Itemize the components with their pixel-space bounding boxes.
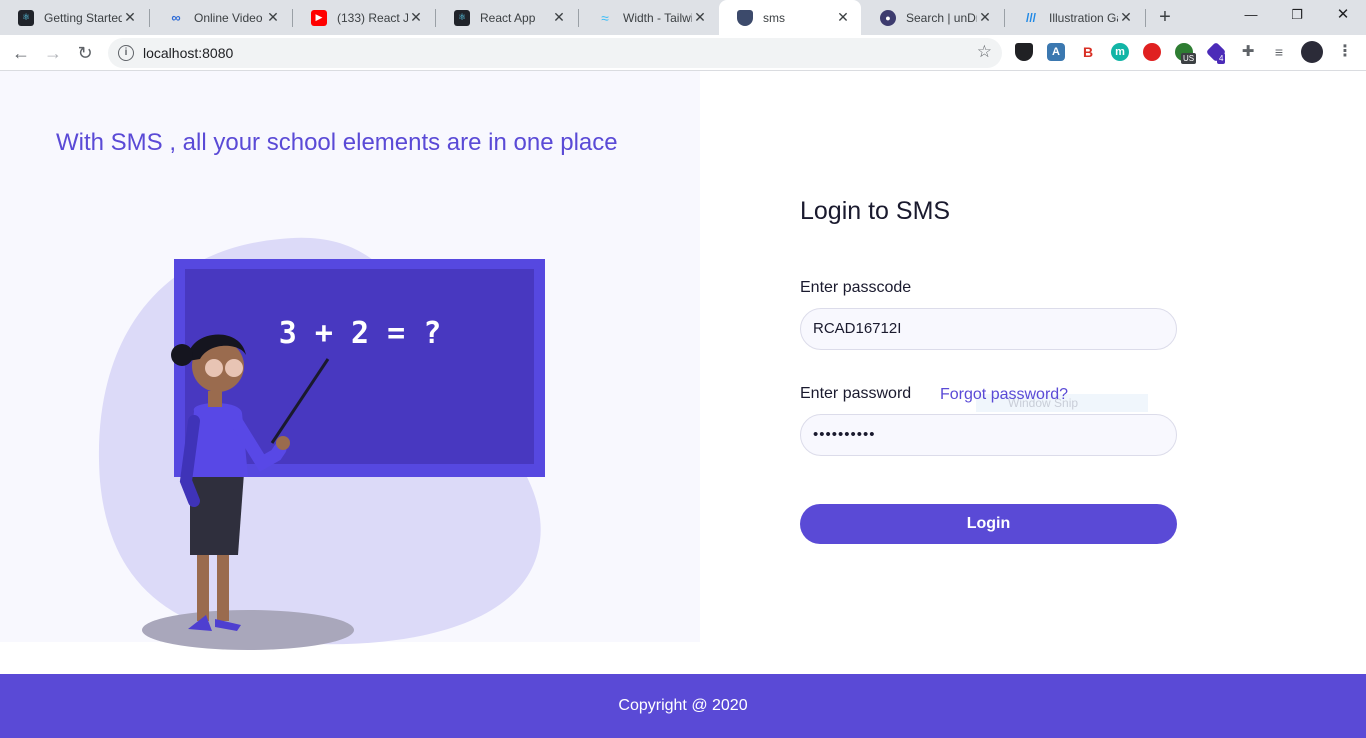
page-content: With SMS , all your school elements are …: [0, 71, 1366, 738]
playlist-extension-icon[interactable]: ≡: [1270, 43, 1288, 61]
copyright-text: Copyright @ 2020: [618, 697, 748, 714]
new-tab-button[interactable]: +: [1155, 6, 1175, 28]
browser-tab[interactable]: ⚛ Getting Started ✕: [0, 0, 148, 35]
password-label: Enter password: [800, 385, 912, 402]
restore-button[interactable]: ❐: [1274, 0, 1320, 30]
tailwind-icon: ≈: [601, 9, 609, 26]
browser-toolbar: ← → ↻ i localhost:8080 ☆ A B m US 4 ✚ ≡ …: [0, 35, 1366, 71]
address-bar[interactable]: i localhost:8080 ☆: [108, 38, 1002, 68]
menu-kebab-icon[interactable]: ⋮: [1336, 43, 1354, 61]
stack-badge: 4: [1217, 53, 1226, 64]
shield-extension-icon[interactable]: [1015, 43, 1033, 61]
minimize-button[interactable]: —: [1228, 0, 1274, 30]
close-icon[interactable]: ✕: [265, 9, 281, 26]
tab-title: Search | unDraw: [906, 10, 977, 25]
react-icon: ⚛: [18, 9, 34, 26]
login-button[interactable]: Login: [800, 504, 1177, 544]
hero-tagline: With SMS , all your school elements are …: [56, 129, 618, 156]
browser-tab-active[interactable]: sms ✕: [719, 0, 861, 35]
browser-tab[interactable]: ▶ (133) React JS ✕: [293, 0, 434, 35]
site-info-icon[interactable]: i: [118, 45, 134, 61]
video-icon: ∞: [171, 10, 181, 25]
close-icon[interactable]: ✕: [1118, 9, 1134, 26]
teacher-hair-bun: [171, 344, 193, 366]
browser-tab-strip: ⚛ Getting Started ✕ ∞ Online Video D ✕ ▶…: [0, 0, 1366, 35]
forgot-password-link[interactable]: Forgot password?: [940, 386, 1068, 404]
passcode-input[interactable]: RCAD16712I: [800, 308, 1177, 350]
react-icon: ⚛: [454, 9, 470, 26]
puzzle-extension-icon[interactable]: ✚: [1239, 43, 1257, 61]
close-icon[interactable]: ✕: [692, 9, 708, 26]
tab-title: Illustration Gal: [1049, 10, 1118, 25]
url-text[interactable]: localhost:8080: [143, 45, 233, 61]
illustration-icon: ///: [1025, 10, 1036, 25]
close-icon[interactable]: ✕: [551, 9, 567, 26]
hero-panel: With SMS , all your school elements are …: [0, 71, 700, 650]
translate-extension-icon[interactable]: A: [1047, 43, 1065, 61]
avatar[interactable]: [1301, 41, 1323, 63]
login-title: Login to SMS: [800, 197, 951, 225]
browser-tab[interactable]: /// Illustration Gal ✕: [1005, 0, 1144, 35]
teacher-glasses: [205, 359, 223, 377]
tab-title: React App: [480, 10, 536, 25]
adblock-extension-icon[interactable]: [1143, 43, 1161, 61]
browser-tab[interactable]: ⚛ React App ✕: [436, 0, 577, 35]
footer: Copyright @ 2020: [0, 674, 1366, 738]
tab-title: Width - Tailwind: [623, 10, 692, 25]
teacher-leg: [197, 549, 209, 621]
shield-icon: [737, 9, 753, 26]
board-equation: 3 + 2 = ?: [279, 316, 442, 351]
close-icon[interactable]: ✕: [408, 9, 424, 26]
close-icon[interactable]: ✕: [977, 9, 993, 26]
teacher-glasses: [225, 359, 243, 377]
forward-button[interactable]: →: [41, 41, 65, 65]
b-extension-icon[interactable]: B: [1079, 43, 1097, 61]
browser-tab[interactable]: ∞ Online Video D ✕: [150, 0, 291, 35]
tab-divider: [1145, 9, 1146, 27]
tab-title: Getting Started: [44, 10, 122, 25]
m-extension-icon[interactable]: m: [1111, 43, 1129, 61]
close-icon[interactable]: ✕: [835, 9, 851, 26]
browser-tab[interactable]: ≈ Width - Tailwind ✕: [579, 0, 718, 35]
close-window-button[interactable]: ✕: [1320, 0, 1366, 30]
teacher-leg: [217, 549, 229, 621]
reload-button[interactable]: ↻: [73, 41, 97, 65]
youtube-icon: ▶: [311, 9, 327, 26]
tab-title: sms: [763, 10, 785, 25]
browser-tab[interactable]: ● Search | unDraw ✕: [862, 0, 1003, 35]
close-icon[interactable]: ✕: [122, 9, 138, 26]
teacher-neck: [208, 391, 222, 407]
teacher-hand: [276, 436, 290, 450]
vpn-badge: US: [1181, 53, 1197, 64]
teacher-skirt: [190, 473, 244, 555]
bookmark-star-icon[interactable]: ☆: [977, 42, 992, 62]
teacher-arm: [179, 415, 200, 507]
back-button[interactable]: ←: [9, 41, 33, 65]
tab-title: Online Video D: [194, 10, 265, 25]
undraw-icon: ●: [880, 9, 896, 26]
teacher-illustration: 3 + 2 = ?: [98, 237, 545, 650]
passcode-label: Enter passcode: [800, 279, 912, 296]
tab-title: (133) React JS: [337, 10, 408, 25]
illustration-shadow: [142, 610, 354, 650]
password-input[interactable]: ••••••••••: [800, 414, 1177, 456]
